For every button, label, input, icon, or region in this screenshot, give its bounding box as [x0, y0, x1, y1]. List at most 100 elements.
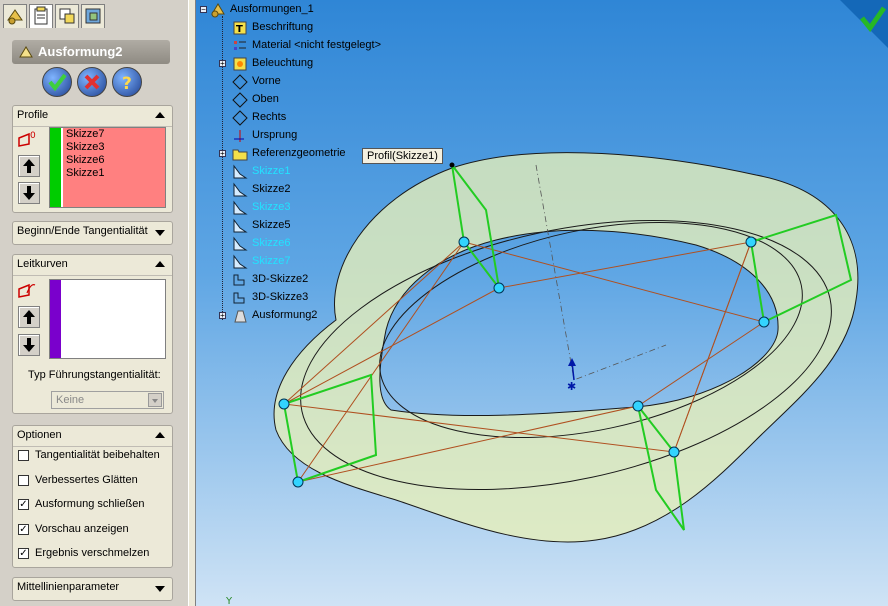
handle: [458, 236, 470, 248]
property-manager: Ausformung2 ? Profile 0 Skizze7 Skizze3 …: [0, 0, 188, 606]
expand-node-icon[interactable]: +: [219, 60, 226, 68]
centerline-group-title: Mittellinienparameter: [17, 581, 120, 593]
tab-dimxpert-manager[interactable]: [81, 4, 105, 28]
tree-item-label: Ursprung: [252, 129, 298, 141]
svg-text:T: T: [236, 24, 243, 35]
profile-group-header[interactable]: Profile: [13, 106, 172, 127]
centerline-group: Mittellinienparameter: [12, 577, 173, 601]
list-item[interactable]: Skizze7: [66, 128, 165, 141]
option-checkbox[interactable]: ✓: [18, 499, 29, 510]
sketch-icon: [233, 164, 248, 179]
guide-move-down-button[interactable]: [18, 334, 40, 356]
arrow-up-icon: [23, 310, 35, 324]
property-manager-icon: [34, 6, 48, 25]
list-item[interactable]: Skizze3: [66, 141, 165, 154]
sketch-icon: [233, 182, 248, 197]
guide-curves-group-title: Leitkurven: [17, 258, 68, 270]
cancel-button[interactable]: [77, 67, 107, 97]
tangency-group: Beginn/Ende Tangentialität: [12, 221, 173, 245]
guide-tangency-label: Typ Führungstangentialität:: [28, 369, 161, 381]
collapse-icon[interactable]: [155, 432, 165, 438]
help-icon: ?: [122, 74, 132, 94]
profile-list[interactable]: Skizze7 Skizze3 Skizze6 Skizze1: [49, 127, 166, 208]
expand-icon[interactable]: [155, 586, 165, 592]
chevron-down-icon[interactable]: [148, 393, 162, 407]
tree-item-label: Beleuchtung: [252, 57, 314, 69]
tree-item-label: Skizze1: [252, 165, 291, 177]
guide-curve-select-icon: [18, 283, 36, 298]
close-icon: [84, 74, 100, 90]
plane-icon: [232, 74, 248, 90]
sketch-icon: [233, 236, 248, 251]
profile-group: Profile 0 Skizze7 Skizze3 Skizze6 Skizze…: [12, 105, 173, 213]
list-item[interactable]: Skizze6: [66, 154, 165, 167]
svg-text:?: ?: [122, 74, 132, 94]
tab-feature-manager[interactable]: [3, 4, 27, 28]
guide-move-up-button[interactable]: [18, 306, 40, 328]
expand-node-icon[interactable]: +: [219, 150, 226, 158]
display-manager-icon: [85, 8, 101, 24]
configuration-icon: [59, 8, 75, 24]
guide-curves-list[interactable]: [49, 279, 166, 359]
plane-icon: [232, 110, 248, 126]
ok-button[interactable]: [42, 67, 72, 97]
option-checkbox[interactable]: [18, 450, 29, 461]
expand-node-icon[interactable]: +: [219, 312, 226, 320]
tree-item-label: 3D-Skizze2: [252, 273, 309, 285]
arrow-up-icon: [23, 159, 35, 173]
axis-label: Y: [225, 596, 233, 606]
centerline-group-header[interactable]: Mittellinienparameter: [13, 578, 172, 598]
material-icon: [234, 41, 246, 50]
option-label: Verbessertes Glätten: [35, 473, 138, 486]
svg-text:0: 0: [30, 131, 36, 141]
feature-tree-icon: [7, 9, 23, 25]
sketch-icon: [233, 218, 248, 233]
move-down-button[interactable]: [18, 182, 40, 204]
tangency-group-header[interactable]: Beginn/Ende Tangentialität: [13, 222, 172, 242]
options-group-title: Optionen: [17, 429, 62, 441]
option-checkbox[interactable]: [18, 474, 29, 486]
confirmation-corner[interactable]: [830, 0, 888, 48]
option-label: Ergebnis verschmelzen: [35, 547, 150, 559]
list-item[interactable]: Skizze1: [66, 167, 165, 180]
option-label: Vorschau anzeigen: [35, 522, 129, 535]
guide-tangency-select[interactable]: Keine: [51, 391, 164, 409]
panel-splitter[interactable]: [188, 0, 196, 606]
feature-title-bar: Ausformung2: [12, 40, 170, 64]
move-up-button[interactable]: [18, 155, 40, 177]
3d-sketch-icon: [233, 292, 245, 304]
guide-curves-group: Leitkurven Typ Führungstangentialität: K…: [12, 254, 173, 414]
tab-configuration-manager[interactable]: [55, 4, 79, 28]
graphics-area[interactable]: ✱ Y Ausformungen_1 T Beschriftung Material…: [196, 0, 888, 606]
handle: [278, 398, 290, 410]
tree-item-label: 3D-Skizze3: [252, 291, 309, 303]
sketch-icon: [233, 200, 248, 215]
tab-property-manager[interactable]: [29, 4, 53, 28]
lighting-icon: [233, 57, 247, 71]
option-checkbox[interactable]: ✓: [18, 548, 29, 559]
tree-root-label: Ausformungen_1: [230, 3, 314, 15]
profile-list-items: Skizze7 Skizze3 Skizze6 Skizze1: [63, 128, 165, 207]
loft-icon: [19, 46, 33, 58]
tooltip: Profil(Skizze1): [362, 148, 443, 164]
expand-icon[interactable]: [155, 230, 165, 236]
arrow-down-icon: [23, 338, 35, 352]
feature-title: Ausformung2: [38, 44, 123, 59]
tree-item-label: Skizze7: [252, 255, 291, 267]
annotation-icon: T: [233, 21, 247, 35]
guide-curves-group-header[interactable]: Leitkurven: [13, 255, 172, 276]
collapse-icon[interactable]: [155, 112, 165, 118]
option-checkbox[interactable]: ✓: [18, 523, 29, 535]
folder-icon: [232, 149, 248, 161]
collapse-icon[interactable]: [155, 261, 165, 267]
handle: [668, 446, 680, 458]
handle: [758, 316, 770, 328]
collapse-node-icon[interactable]: −: [200, 6, 207, 14]
help-button[interactable]: ?: [112, 67, 142, 97]
loft-preview[interactable]: ✱ Y: [196, 0, 888, 606]
tree-item-label: Ausformung2: [252, 309, 318, 321]
profile-select-icon: 0: [18, 131, 36, 147]
manager-tab-bar: [0, 0, 188, 33]
tree-item-label: Skizze2: [252, 183, 291, 195]
options-group-header[interactable]: Optionen: [13, 426, 172, 447]
